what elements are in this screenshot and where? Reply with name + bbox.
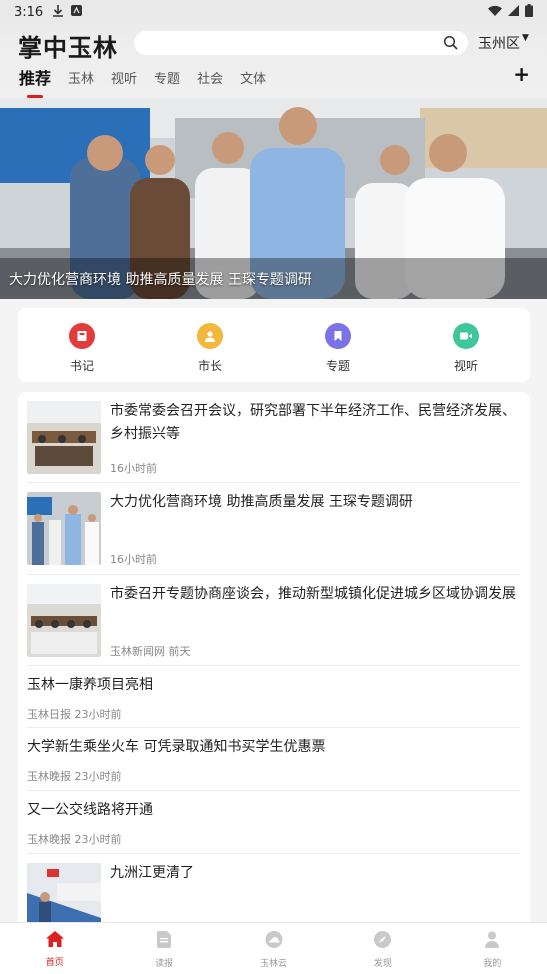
news-thumbnail: [27, 492, 101, 565]
news-item[interactable]: 九洲江更清了: [27, 854, 520, 932]
news-item[interactable]: 大力优化营商环境 助推高质量发展 王琛专题调研 16小时前: [27, 483, 520, 575]
nav-mine[interactable]: 我的: [438, 923, 547, 974]
news-meta: 玉林新闻网 前天: [110, 643, 191, 659]
news-item[interactable]: 又一公交线路将开通 玉林晚报 23小时前: [27, 791, 520, 854]
news-time: 16小时前: [110, 462, 157, 475]
signal-icon: [508, 4, 519, 20]
tab-recommend[interactable]: 推荐: [19, 65, 51, 98]
quick-item-mayor[interactable]: 市长: [146, 308, 274, 382]
news-source: 玉林日报: [27, 708, 71, 721]
quick-item-topics[interactable]: 专题: [274, 308, 402, 382]
news-title: 又一公交线路将开通: [27, 802, 153, 818]
add-channel-icon[interactable]: +: [513, 62, 530, 86]
quick-item-label: 专题: [325, 359, 350, 373]
nav-label: 首页: [45, 958, 64, 968]
region-label: 玉州区: [478, 36, 520, 52]
region-selector[interactable]: 玉州区 ▼: [478, 33, 529, 53]
nav-read-paper[interactable]: 读报: [109, 923, 218, 974]
news-title: 九洲江更清了: [110, 865, 194, 881]
nav-discover[interactable]: 发现: [328, 923, 437, 974]
tab-culture-sports[interactable]: 文体: [240, 68, 266, 87]
wifi-icon: [488, 5, 502, 20]
status-time: 3:16: [14, 4, 44, 20]
cloud-icon: [265, 931, 283, 952]
tab-audio-video[interactable]: 视听: [111, 68, 137, 87]
newspaper-icon: [157, 931, 172, 952]
book-icon: [69, 323, 95, 349]
app-header: 掌中玉林 玉州区 ▼ 推荐 玉林 视听 专题 社会 文体 +: [0, 24, 547, 98]
news-list: 市委常委会召开会议，研究部署下半年经济工作、民营经济发展、乡村振兴等 16小时前…: [18, 392, 530, 932]
news-meta: 玉林日报 23小时前: [27, 706, 122, 722]
app-logo: 掌中玉林: [18, 33, 118, 62]
quick-menu: 书记 市长 专题 视听: [18, 308, 530, 382]
nav-label: 发现: [373, 959, 392, 969]
news-title: 市委召开专题协商座谈会，推动新型城镇化促进城乡区域协调发展: [110, 586, 516, 602]
news-time: 16小时前: [110, 553, 157, 566]
notification-icon: [71, 5, 83, 19]
news-item[interactable]: 市委常委会召开会议，研究部署下半年经济工作、民营经济发展、乡村振兴等 16小时前: [27, 392, 520, 483]
headline-banner[interactable]: 大力优化营商环境 助推高质量发展 王琛专题调研: [0, 98, 547, 299]
news-time: 23小时前: [74, 833, 122, 846]
news-time: 前天: [168, 645, 191, 658]
banner-caption: 大力优化营商环境 助推高质量发展 王琛专题调研: [9, 272, 312, 288]
discover-icon: [374, 931, 392, 952]
user-icon: [485, 931, 500, 952]
nav-label: 我的: [483, 959, 502, 969]
news-meta: 玉林晚报 23小时前: [27, 768, 122, 784]
news-meta: 16小时前: [110, 551, 157, 567]
caret-down-icon: ▼: [522, 33, 529, 43]
bottom-nav: 首页 读报 玉林云 发现 我的: [0, 922, 547, 974]
nav-yulin-cloud[interactable]: 玉林云: [219, 923, 328, 974]
news-item[interactable]: 玉林一康养项目亮相 玉林日报 23小时前: [27, 666, 520, 728]
nav-label: 玉林云: [260, 959, 288, 969]
news-title: 市委常委会召开会议，研究部署下半年经济工作、民营经济发展、乡村振兴等: [110, 403, 516, 442]
news-item[interactable]: 市委召开专题协商座谈会，推动新型城镇化促进城乡区域协调发展 玉林新闻网 前天: [27, 575, 520, 666]
quick-item-label: 视听: [453, 359, 478, 373]
quick-item-label: 市长: [197, 359, 222, 373]
home-icon: [45, 931, 64, 951]
nav-label: 读报: [155, 959, 174, 969]
quick-item-label: 书记: [69, 359, 94, 373]
tab-society[interactable]: 社会: [197, 68, 223, 87]
news-source: 玉林晚报: [27, 833, 71, 846]
news-title: 大学新生乘坐火车 可凭录取通知书买学生优惠票: [27, 739, 326, 755]
news-meta: 16小时前: [110, 460, 157, 476]
news-time: 23小时前: [74, 708, 122, 721]
battery-icon: [525, 3, 533, 21]
news-time: 23小时前: [74, 770, 122, 783]
tab-topics[interactable]: 专题: [154, 68, 180, 87]
news-thumbnail: [27, 401, 101, 474]
news-item[interactable]: 大学新生乘坐火车 可凭录取通知书买学生优惠票 玉林晚报 23小时前: [27, 728, 520, 791]
download-icon: [53, 4, 64, 20]
news-title: 大力优化营商环境 助推高质量发展 王琛专题调研: [110, 494, 413, 510]
news-source: 玉林新闻网: [110, 645, 165, 658]
video-icon: [453, 323, 479, 349]
bookmark-icon: [325, 323, 351, 349]
search-bar[interactable]: [134, 31, 468, 55]
news-meta: 玉林晚报 23小时前: [27, 831, 122, 847]
news-thumbnail: [27, 584, 101, 657]
news-title: 玉林一康养项目亮相: [27, 677, 153, 693]
quick-item-secretary[interactable]: 书记: [18, 308, 146, 382]
quick-item-audio-video[interactable]: 视听: [402, 308, 530, 382]
news-source: 玉林晚报: [27, 770, 71, 783]
status-bar: 3:16: [0, 0, 547, 24]
tab-yulin[interactable]: 玉林: [68, 68, 94, 87]
search-icon[interactable]: [443, 35, 459, 51]
nav-home[interactable]: 首页: [0, 923, 109, 974]
person-icon: [197, 323, 223, 349]
channel-tabs: 推荐 玉林 视听 专题 社会 文体 +: [0, 62, 547, 98]
